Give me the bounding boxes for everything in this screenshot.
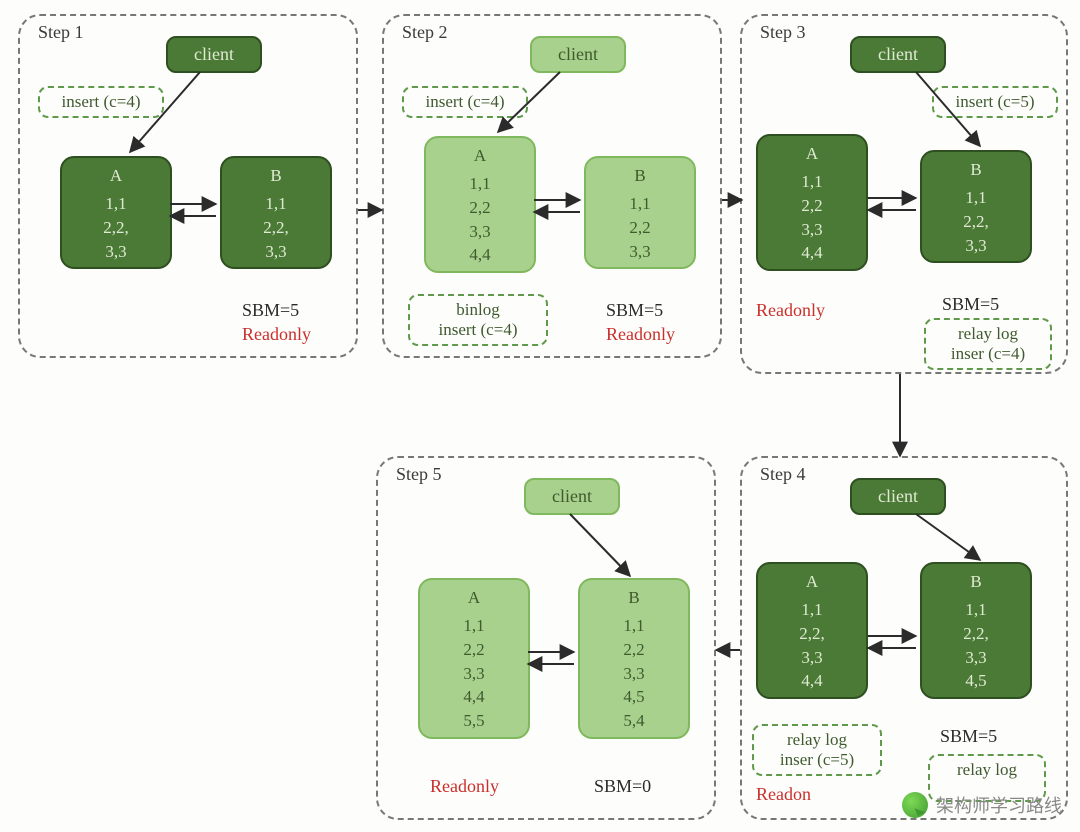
watermark: 架构师学习路线: [902, 792, 1062, 818]
db-a-row: 2,2: [430, 196, 530, 220]
db-b-row: 1,1: [926, 186, 1026, 210]
step-1: Step 1 client insert (c=4) A 1,1 2,2, 3,…: [18, 14, 358, 358]
db-a-row: 4,4: [430, 243, 530, 267]
db-a-name: A: [762, 572, 862, 592]
client-box: client: [524, 478, 620, 515]
sbm-label: SBM=0: [594, 776, 651, 797]
db-a-row: 4,4: [762, 241, 862, 265]
db-a-name: A: [762, 144, 862, 164]
sbm-label: SBM=5: [242, 300, 299, 321]
db-b-row: 2,2,: [226, 216, 326, 240]
db-a-row: 1,1: [762, 598, 862, 622]
db-b-row: 3,3: [226, 240, 326, 264]
binlog-line2: insert (c=4): [439, 320, 518, 339]
db-b: B 1,1 2,2, 3,3: [920, 150, 1032, 263]
readonly-label: Readonly: [606, 324, 675, 345]
db-b-row: 2,2: [584, 638, 684, 662]
watermark-text: 架构师学习路线: [936, 792, 1062, 818]
binlog-note: binlog insert (c=4): [408, 294, 548, 346]
db-a-row: 2,2: [762, 194, 862, 218]
relay-note: relay log inser (c=4): [924, 318, 1052, 370]
step-2: Step 2 client insert (c=4) A 1,1 2,2 3,3…: [382, 14, 722, 358]
insert-note: insert (c=4): [38, 86, 164, 118]
db-b-row: 1,1: [926, 598, 1026, 622]
step-4: Step 4 client A 1,1 2,2, 3,3 4,4 B 1,1 2…: [740, 456, 1068, 820]
db-a-row: 2,2: [424, 638, 524, 662]
db-b-row: 3,3: [584, 662, 684, 686]
step-title: Step 1: [34, 22, 88, 43]
db-b: B 1,1 2,2, 3,3: [220, 156, 332, 269]
db-a-row: 1,1: [762, 170, 862, 194]
db-a-row: 1,1: [430, 172, 530, 196]
step-5: Step 5 client A 1,1 2,2 3,3 4,4 5,5 B 1,…: [376, 456, 716, 820]
db-a: A 1,1 2,2 3,3 4,4 5,5: [418, 578, 530, 739]
readonly-label: Readonly: [430, 776, 499, 797]
db-b-name: B: [226, 166, 326, 186]
db-b-row: 2,2,: [926, 622, 1026, 646]
db-a-name: A: [66, 166, 166, 186]
db-b-row: 1,1: [226, 192, 326, 216]
binlog-line1: binlog: [456, 300, 499, 319]
db-b-row: 4,5: [584, 685, 684, 709]
step-title: Step 4: [756, 464, 810, 485]
readonly-label: Readonly: [242, 324, 311, 345]
relay-a-line1: relay log: [787, 730, 847, 749]
sbm-label: SBM=5: [940, 726, 997, 747]
relay-b-line1: relay log: [957, 760, 1017, 779]
db-a-name: A: [424, 588, 524, 608]
db-a-row: 4,4: [424, 685, 524, 709]
db-b-row: 2,2: [590, 216, 690, 240]
db-b-row: 3,3: [926, 646, 1026, 670]
db-a-row: 3,3: [430, 220, 530, 244]
db-b-name: B: [590, 166, 690, 186]
relay-line1: relay log: [958, 324, 1018, 343]
insert-note: insert (c=5): [932, 86, 1058, 118]
readonly-label: Readonly: [756, 300, 825, 321]
relay-a-note: relay log inser (c=5): [752, 724, 882, 776]
db-a-row: 1,1: [424, 614, 524, 638]
readonly-label: Readon: [756, 784, 811, 805]
step-title: Step 3: [756, 22, 810, 43]
db-a: A 1,1 2,2, 3,3: [60, 156, 172, 269]
db-a-row: 3,3: [66, 240, 166, 264]
insert-note: insert (c=4): [402, 86, 528, 118]
db-b-row: 5,4: [584, 709, 684, 733]
sbm-label: SBM=5: [606, 300, 663, 321]
wechat-icon: [902, 792, 928, 818]
db-a-row: 4,4: [762, 669, 862, 693]
relay-line2: inser (c=4): [951, 344, 1025, 363]
db-b-row: 3,3: [590, 240, 690, 264]
db-b-name: B: [584, 588, 684, 608]
db-b: B 1,1 2,2 3,3 4,5 5,4: [578, 578, 690, 739]
db-b-row: 1,1: [590, 192, 690, 216]
step-title: Step 5: [392, 464, 446, 485]
client-box: client: [166, 36, 262, 73]
db-a-row: 3,3: [762, 218, 862, 242]
db-a-name: A: [430, 146, 530, 166]
db-b: B 1,1 2,2 3,3: [584, 156, 696, 269]
relay-a-line2: inser (c=5): [780, 750, 854, 769]
client-box: client: [850, 478, 946, 515]
db-b-name: B: [926, 160, 1026, 180]
db-b-row: 2,2,: [926, 210, 1026, 234]
db-a: A 1,1 2,2 3,3 4,4: [424, 136, 536, 273]
db-b-row: 1,1: [584, 614, 684, 638]
db-a-row: 3,3: [762, 646, 862, 670]
db-a-row: 5,5: [424, 709, 524, 733]
step-3: Step 3 client insert (c=5) A 1,1 2,2 3,3…: [740, 14, 1068, 374]
db-b-row: 3,3: [926, 234, 1026, 258]
db-a-row: 2,2,: [762, 622, 862, 646]
db-a: A 1,1 2,2, 3,3 4,4: [756, 562, 868, 699]
db-b: B 1,1 2,2, 3,3 4,5: [920, 562, 1032, 699]
sbm-label: SBM=5: [942, 294, 999, 315]
db-b-name: B: [926, 572, 1026, 592]
db-a-row: 3,3: [424, 662, 524, 686]
client-box: client: [530, 36, 626, 73]
step-title: Step 2: [398, 22, 452, 43]
db-a-row: 1,1: [66, 192, 166, 216]
client-box: client: [850, 36, 946, 73]
db-b-row: 4,5: [926, 669, 1026, 693]
db-a: A 1,1 2,2 3,3 4,4: [756, 134, 868, 271]
db-a-row: 2,2,: [66, 216, 166, 240]
